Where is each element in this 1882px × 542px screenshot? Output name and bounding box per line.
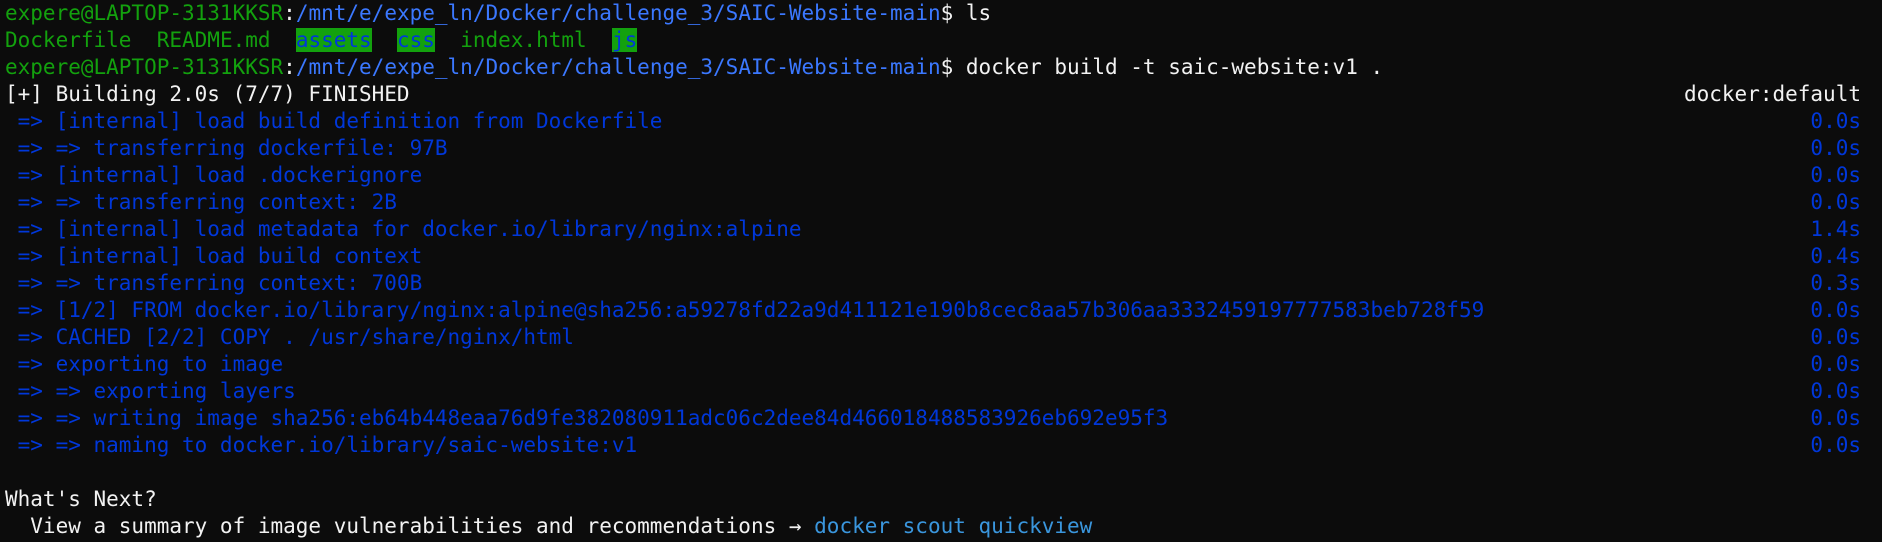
build-step: => [internal] load build definition from… (5, 108, 1882, 135)
build-step-time: 0.0s (1810, 190, 1861, 214)
build-step-time: 0.0s (1810, 298, 1861, 322)
ls-dir-js: js (611, 28, 638, 52)
build-step-time: 0.0s (1810, 433, 1861, 457)
build-step-text: => => naming to docker.io/library/saic-w… (5, 433, 638, 457)
build-step-time: 1.4s (1810, 217, 1861, 241)
build-step: => [internal] load metadata for docker.i… (5, 216, 1882, 243)
build-step-time: 0.4s (1810, 244, 1861, 268)
build-step-time: 0.3s (1810, 271, 1861, 295)
build-step: => => transferring context: 2B 0.0s (5, 189, 1882, 216)
build-header-line: [+] Building 2.0s (7/7) FINISHED docker:d… (5, 81, 1882, 108)
build-step: => [internal] load build context 0.4s (5, 243, 1882, 270)
terminal-window[interactable]: expere@LAPTOP-3131KKSR:/mnt/e/expe_ln/Do… (0, 0, 1882, 542)
build-step-time: 0.0s (1810, 406, 1861, 430)
prompt-line-docker-build: expere@LAPTOP-3131KKSR:/mnt/e/expe_ln/Do… (5, 54, 1882, 81)
whats-next-hint-line: View a summary of image vulnerabilities … (5, 513, 1882, 540)
build-step-text: => => transferring context: 700B (5, 271, 423, 295)
build-step-time: 0.0s (1810, 325, 1861, 349)
build-step-text: => [internal] load .dockerignore (5, 163, 423, 187)
ls-file-index: index.html (460, 28, 587, 52)
whats-next-hint: View a summary of image vulnerabilities … (5, 514, 815, 538)
prompt-user-host: expere@LAPTOP-3131KKSR (5, 55, 284, 79)
whats-next-heading-line: What's Next? (5, 486, 1882, 513)
prompt-separator: : (283, 55, 296, 79)
prompt-dollar: $ (940, 1, 966, 25)
build-step-time: 0.0s (1810, 163, 1861, 187)
ls-dir-css: css (396, 28, 435, 52)
ls-output-line: Dockerfile README.md assets css index.ht… (5, 27, 1882, 54)
build-step: => => transferring dockerfile: 97B 0.0s (5, 135, 1882, 162)
build-step: => [1/2] FROM docker.io/library/nginx:al… (5, 297, 1882, 324)
command-text: docker build -t saic-website:v1 . (965, 55, 1384, 79)
build-step-text: => exporting to image (5, 352, 284, 376)
prompt-user-host: expere@LAPTOP-3131KKSR (5, 1, 284, 25)
build-step: => => naming to docker.io/library/saic-w… (5, 432, 1882, 459)
prompt-separator: : (283, 1, 296, 25)
build-step: => => writing image sha256:eb64b448eaa76… (5, 405, 1882, 432)
build-step: => [internal] load .dockerignore 0.0s (5, 162, 1882, 189)
ls-file-dockerfile: Dockerfile (5, 28, 132, 52)
prompt-path: /mnt/e/expe_ln/Docker/challenge_3/SAIC-W… (295, 1, 941, 25)
prompt-path: /mnt/e/expe_ln/Docker/challenge_3/SAIC-W… (295, 55, 941, 79)
build-step-time: 0.0s (1810, 136, 1861, 160)
build-context: docker:default (1683, 82, 1861, 106)
build-step-text: => => exporting layers (5, 379, 296, 403)
build-step: => exporting to image 0.0s (5, 351, 1882, 378)
build-step-text: => CACHED [2/2] COPY . /usr/share/nginx/… (5, 325, 574, 349)
build-step-time: 0.0s (1810, 352, 1861, 376)
build-step-text: => [1/2] FROM docker.io/library/nginx:al… (5, 298, 1485, 322)
ls-dir-assets: assets (295, 28, 372, 52)
build-step-text: => => writing image sha256:eb64b448eaa76… (5, 406, 1169, 430)
build-step: => => transferring context: 700B 0.3s (5, 270, 1882, 297)
build-step-time: 0.0s (1810, 109, 1861, 133)
build-step: => => exporting layers 0.0s (5, 378, 1882, 405)
build-step-time: 0.0s (1810, 379, 1861, 403)
build-step-text: => => transferring context: 2B (5, 190, 397, 214)
ls-file-readme: README.md (156, 28, 271, 52)
build-step: => CACHED [2/2] COPY . /usr/share/nginx/… (5, 324, 1882, 351)
build-step-text: => => transferring dockerfile: 97B (5, 136, 448, 160)
build-step-text: => [internal] load build context (5, 244, 423, 268)
command-text: ls (965, 1, 992, 25)
prompt-line-ls: expere@LAPTOP-3131KKSR:/mnt/e/expe_ln/Do… (5, 0, 1882, 27)
build-step-text: => [internal] load metadata for docker.i… (5, 217, 802, 241)
scout-quickview-command[interactable]: docker scout quickview (814, 514, 1092, 538)
whats-next-heading: What's Next? (5, 487, 157, 511)
build-step-text: => [internal] load build definition from… (5, 109, 663, 133)
build-status: [+] Building 2.0s (7/7) FINISHED (5, 82, 410, 106)
prompt-dollar: $ (940, 55, 966, 79)
